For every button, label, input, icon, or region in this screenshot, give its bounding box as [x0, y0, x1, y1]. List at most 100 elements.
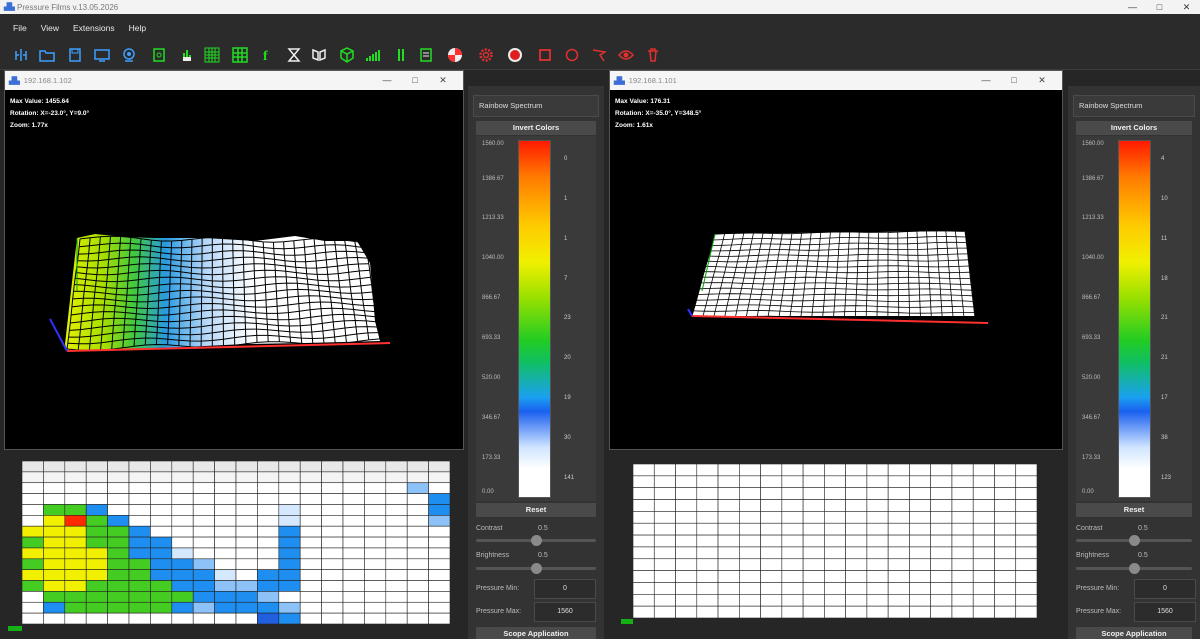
menu-extensions[interactable]: Extensions — [66, 23, 122, 33]
status-indicator-1 — [8, 626, 22, 631]
pressure-heatmap-1[interactable] — [22, 461, 450, 624]
scale-label: 173.33 — [482, 455, 501, 461]
scale-label: 1386.67 — [482, 176, 504, 182]
bin-count-label: 0 — [564, 156, 568, 162]
contrast-slider[interactable] — [476, 535, 596, 546]
bin-count-label: 1 — [564, 196, 568, 202]
cube-icon[interactable] — [338, 46, 356, 64]
viewer-window-2: ▟▙ 192.168.1.101 — □ ✕ Max Value: 176.31… — [609, 70, 1063, 450]
3d-surface-plot-1 — [49, 234, 391, 352]
eye-icon[interactable] — [617, 46, 635, 64]
target-icon[interactable] — [446, 46, 464, 64]
lasso-icon[interactable] — [590, 46, 608, 64]
viewer-1-maximize-button[interactable]: □ — [401, 71, 429, 90]
brightness-slider-handle[interactable] — [1129, 563, 1140, 574]
hourglass-icon[interactable] — [285, 46, 303, 64]
bar-icon[interactable] — [392, 46, 410, 64]
brightness-slider-handle[interactable] — [531, 563, 542, 574]
pressure-max-label: Pressure Max: — [476, 608, 522, 615]
contrast-slider-handle[interactable] — [531, 535, 542, 546]
bin-count-label: 7 — [564, 276, 568, 282]
scope-application-button[interactable]: Scope Application — [1076, 627, 1192, 639]
scale-label: 346.67 — [1082, 415, 1101, 421]
brightness-slider[interactable] — [1076, 563, 1192, 574]
app-title: Pressure Films v.13.05.2026 — [17, 2, 119, 12]
pressure-max-input[interactable]: 1560 — [1134, 602, 1196, 622]
window-logo-icon: ▟▙ — [9, 77, 20, 85]
bin-count-label: 30 — [564, 435, 571, 441]
close-button[interactable]: ✕ — [1173, 0, 1200, 14]
pressure-heatmap-2[interactable] — [633, 464, 1037, 618]
viewer-1-minimize-button[interactable]: — — [373, 71, 401, 90]
minimize-button[interactable]: — — [1119, 0, 1146, 14]
viewer-2-close-button[interactable]: ✕ — [1028, 71, 1056, 90]
bin-count-label: 11 — [1161, 236, 1168, 242]
contrast-value: 0.5 — [538, 525, 548, 532]
scale-label: 1040.00 — [1082, 255, 1104, 261]
bin-count-label: 21 — [1161, 355, 1168, 361]
mirror-icon[interactable] — [310, 46, 328, 64]
viewer-window-1-titlebar[interactable]: ▟▙ 192.168.1.102 — □ ✕ — [5, 71, 463, 90]
record-icon[interactable] — [506, 46, 524, 64]
viewer-2-minimize-button[interactable]: — — [972, 71, 1000, 90]
grid-dots-icon[interactable] — [231, 46, 249, 64]
viewer-2-maximize-button[interactable]: □ — [1000, 71, 1028, 90]
colormap-select[interactable]: Rainbow Spectrum — [473, 95, 599, 117]
reset-button[interactable]: Reset — [1076, 503, 1192, 517]
maximize-button[interactable]: □ — [1146, 0, 1173, 14]
scale-label: 693.33 — [1082, 335, 1101, 341]
compare-icon[interactable] — [12, 46, 30, 64]
circle-icon[interactable] — [563, 46, 581, 64]
3d-viewport-1[interactable]: Max Value: 1455.64 Rotation: X=-23.0°, Y… — [5, 91, 463, 449]
menu-help[interactable]: Help — [122, 23, 153, 33]
menu-view[interactable]: View — [34, 23, 66, 33]
save-icon[interactable] — [66, 46, 84, 64]
viewer-window-1: ▟▙ 192.168.1.102 — □ ✕ Max Value: 1455.6… — [4, 70, 464, 450]
bin-count-label: 20 — [564, 355, 571, 361]
app-window: ▟▙ Pressure Films v.13.05.2026 — □ ✕ Fil… — [0, 0, 1200, 639]
scale-label: 1386.67 — [1082, 176, 1104, 182]
bin-count-label: 10 — [1161, 196, 1168, 202]
bin-count-label: 17 — [1161, 395, 1168, 401]
scale-label: 1213.33 — [482, 215, 504, 221]
status-indicator-2 — [621, 619, 633, 624]
invert-colors-button[interactable]: Invert Colors — [1076, 121, 1192, 135]
brightness-slider[interactable] — [476, 563, 596, 574]
viewer-window-2-title: 192.168.1.101 — [628, 76, 677, 85]
open-folder-icon[interactable] — [38, 46, 56, 64]
color-panel-1: Rainbow Spectrum Invert Colors 1560.00 1386… — [468, 86, 604, 639]
pressure-min-input[interactable]: 0 — [534, 579, 596, 599]
3d-viewport-2[interactable]: Max Value: 176.31 Rotation: X=-35.0°, Y=… — [610, 91, 1062, 449]
scope-application-button[interactable]: Scope Application — [476, 627, 596, 639]
scale-label: 1560.00 — [1082, 141, 1104, 147]
invert-colors-button[interactable]: Invert Colors — [476, 121, 596, 135]
report-icon[interactable] — [418, 46, 436, 64]
contrast-slider-handle[interactable] — [1129, 535, 1140, 546]
bin-count-label: 4 — [1161, 156, 1165, 162]
grid-icon[interactable] — [203, 46, 221, 64]
scale-label: 0.00 — [482, 489, 494, 495]
gear-icon[interactable] — [477, 46, 495, 64]
function-icon[interactable]: f — [258, 46, 276, 64]
sensor-icon[interactable] — [178, 46, 196, 64]
menu-file[interactable]: File — [6, 23, 34, 33]
contrast-label: Contrast — [476, 525, 503, 532]
title-bar: ▟▙ Pressure Films v.13.05.2026 — □ ✕ — [0, 0, 1200, 14]
scale-label: 173.33 — [1082, 455, 1101, 461]
reset-button[interactable]: Reset — [476, 503, 596, 517]
scale-label: 866.67 — [482, 295, 501, 301]
scale-label: 866.67 — [1082, 295, 1101, 301]
contrast-slider[interactable] — [1076, 535, 1192, 546]
pressure-max-input[interactable]: 1560 — [534, 602, 596, 622]
monitor-icon[interactable] — [93, 46, 111, 64]
signal-bars-icon[interactable] — [364, 46, 382, 64]
colormap-select[interactable]: Rainbow Spectrum — [1073, 95, 1195, 117]
webcam-icon[interactable] — [120, 46, 138, 64]
viewer-1-close-button[interactable]: ✕ — [429, 71, 457, 90]
trash-icon[interactable] — [644, 46, 662, 64]
pressure-min-label: Pressure Min: — [476, 585, 520, 592]
crop-icon[interactable] — [536, 46, 554, 64]
pressure-min-input[interactable]: 0 — [1134, 579, 1196, 599]
device-icon[interactable] — [150, 46, 168, 64]
viewer-window-2-titlebar[interactable]: ▟▙ 192.168.1.101 — □ ✕ — [610, 71, 1062, 90]
